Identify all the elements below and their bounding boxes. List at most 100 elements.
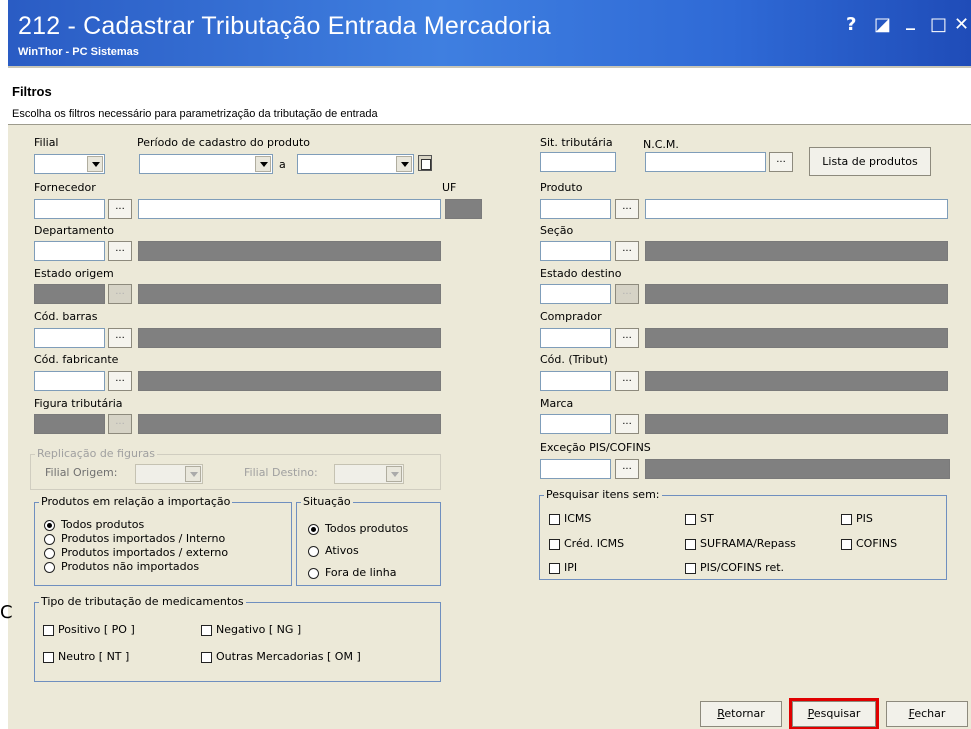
radio-nao-importados-label: Produtos não importados bbox=[61, 560, 200, 573]
marca-code-input[interactable] bbox=[540, 414, 611, 434]
comprador-code-input[interactable] bbox=[540, 328, 611, 348]
fechar-button[interactable]: Fechar bbox=[886, 701, 968, 727]
radio-importados-externo-label: Produtos importados / externo bbox=[61, 546, 229, 559]
marca-label: Marca bbox=[540, 397, 574, 410]
secao-code-input[interactable] bbox=[540, 241, 611, 261]
maximize-icon[interactable]: □ bbox=[930, 14, 947, 35]
chevron-down-icon bbox=[185, 466, 201, 482]
chevron-down-icon[interactable] bbox=[87, 156, 103, 172]
period-start-select[interactable] bbox=[139, 154, 273, 174]
checkbox-pis-cofins-ret[interactable] bbox=[685, 563, 696, 574]
checkbox-outras[interactable] bbox=[201, 652, 212, 663]
period-separator: a bbox=[279, 158, 286, 171]
cod-fabricante-search-button[interactable]: ... bbox=[108, 371, 132, 391]
marca-name-field bbox=[645, 414, 948, 434]
chevron-down-icon[interactable] bbox=[255, 156, 271, 172]
lista-produtos-button[interactable]: Lista de produtos bbox=[809, 147, 931, 176]
produto-search-button[interactable]: ... bbox=[615, 199, 639, 219]
checkbox-ipi[interactable] bbox=[549, 563, 560, 574]
estado-origem-code-field bbox=[34, 284, 105, 304]
ncm-search-button[interactable]: ... bbox=[769, 152, 793, 172]
estado-destino-label: Estado destino bbox=[540, 267, 622, 280]
estado-origem-label: Estado origem bbox=[34, 267, 114, 280]
ncm-input[interactable] bbox=[645, 152, 766, 172]
fechar-label: echar bbox=[914, 707, 946, 720]
medicamentos-group: Tipo de tributação de medicamentos Posit… bbox=[34, 595, 441, 682]
filial-label: Filial bbox=[34, 136, 59, 149]
window-title: 212 - Cadastrar Tributação Entrada Merca… bbox=[18, 12, 551, 40]
radio-situacao-todos[interactable] bbox=[308, 524, 319, 535]
stray-text: C bbox=[0, 602, 13, 623]
radio-nao-importados[interactable] bbox=[44, 562, 55, 573]
estado-origem-name-field bbox=[138, 284, 441, 304]
comprador-search-button[interactable]: ... bbox=[615, 328, 639, 348]
calendar-icon[interactable] bbox=[418, 155, 432, 171]
radio-todos-produtos[interactable] bbox=[44, 520, 55, 531]
checkbox-suframa[interactable] bbox=[685, 539, 696, 550]
checkbox-cofins-label: COFINS bbox=[856, 537, 898, 550]
radio-situacao-ativos[interactable] bbox=[308, 546, 319, 557]
replicacao-title: Replicação de figuras bbox=[35, 447, 157, 460]
retornar-label: etornar bbox=[724, 707, 765, 720]
checkbox-positivo[interactable] bbox=[43, 625, 54, 636]
excecao-name-field bbox=[645, 459, 950, 479]
sit-tributaria-input[interactable] bbox=[540, 152, 616, 172]
checkbox-negativo[interactable] bbox=[201, 625, 212, 636]
excecao-search-button[interactable]: ... bbox=[615, 459, 639, 479]
estado-destino-code-input[interactable] bbox=[540, 284, 611, 304]
checkbox-suframa-label: SUFRAMA/Repass bbox=[700, 537, 796, 550]
fornecedor-code-input[interactable] bbox=[34, 199, 105, 219]
checkbox-positivo-label: Positivo [ PO ] bbox=[58, 623, 135, 636]
cod-tribut-input[interactable] bbox=[540, 371, 611, 391]
close-icon[interactable]: ✕ bbox=[954, 14, 969, 35]
excecao-label: Exceção PIS/COFINS bbox=[540, 441, 651, 454]
figura-code-field bbox=[34, 414, 105, 434]
checkbox-pis[interactable] bbox=[841, 514, 852, 525]
chevron-down-icon[interactable] bbox=[396, 156, 412, 172]
produto-code-input[interactable] bbox=[540, 199, 611, 219]
fornecedor-search-button[interactable]: ... bbox=[108, 199, 132, 219]
produto-name-input[interactable] bbox=[645, 199, 948, 219]
periodo-label: Período de cadastro do produto bbox=[137, 136, 311, 149]
checkbox-cofins[interactable] bbox=[841, 539, 852, 550]
minimize-icon[interactable]: _ bbox=[906, 10, 915, 31]
cod-tribut-search-button[interactable]: ... bbox=[615, 371, 639, 391]
help-icon[interactable]: ? bbox=[846, 14, 856, 35]
secao-search-button[interactable]: ... bbox=[615, 241, 639, 261]
checkbox-negativo-label: Negativo [ NG ] bbox=[216, 623, 302, 636]
marca-search-button[interactable]: ... bbox=[615, 414, 639, 434]
checkbox-neutro[interactable] bbox=[43, 652, 54, 663]
checkbox-icms[interactable] bbox=[549, 514, 560, 525]
medicamentos-title: Tipo de tributação de medicamentos bbox=[39, 595, 246, 608]
cod-fabricante-input[interactable] bbox=[34, 371, 105, 391]
restore-icon[interactable]: ◪ bbox=[874, 14, 891, 35]
cod-barras-search-button[interactable]: ... bbox=[108, 328, 132, 348]
pesquisar-button[interactable]: Pesquisar bbox=[789, 698, 879, 729]
filters-title: Filtros bbox=[12, 84, 52, 99]
radio-importados-interno-label: Produtos importados / Interno bbox=[61, 532, 226, 545]
cod-fabricante-label: Cód. fabricante bbox=[34, 353, 119, 366]
title-bar: 212 - Cadastrar Tributação Entrada Merca… bbox=[8, 0, 971, 66]
figura-search-button: ... bbox=[108, 414, 132, 434]
departamento-search-button[interactable]: ... bbox=[108, 241, 132, 261]
filial-select[interactable] bbox=[34, 154, 105, 174]
retornar-button[interactable]: Retornar bbox=[700, 701, 782, 727]
radio-todos-produtos-label: Todos produtos bbox=[61, 518, 145, 531]
produtos-importacao-title: Produtos em relação a importação bbox=[39, 495, 233, 508]
estado-origem-search-button: ... bbox=[108, 284, 132, 304]
checkbox-cred-icms[interactable] bbox=[549, 539, 560, 550]
filial-destino-label: Filial Destino: bbox=[244, 466, 318, 479]
period-end-select[interactable] bbox=[297, 154, 414, 174]
secao-label: Seção bbox=[540, 224, 574, 237]
checkbox-pis-label: PIS bbox=[856, 512, 873, 525]
departamento-name-field bbox=[138, 241, 441, 261]
cod-barras-input[interactable] bbox=[34, 328, 105, 348]
fornecedor-name-input[interactable] bbox=[138, 199, 441, 219]
radio-situacao-fora[interactable] bbox=[308, 568, 319, 579]
uf-field bbox=[445, 199, 482, 219]
excecao-code-input[interactable] bbox=[540, 459, 611, 479]
radio-importados-externo[interactable] bbox=[44, 548, 55, 559]
checkbox-st[interactable] bbox=[685, 514, 696, 525]
departamento-code-input[interactable] bbox=[34, 241, 105, 261]
radio-importados-interno[interactable] bbox=[44, 534, 55, 545]
